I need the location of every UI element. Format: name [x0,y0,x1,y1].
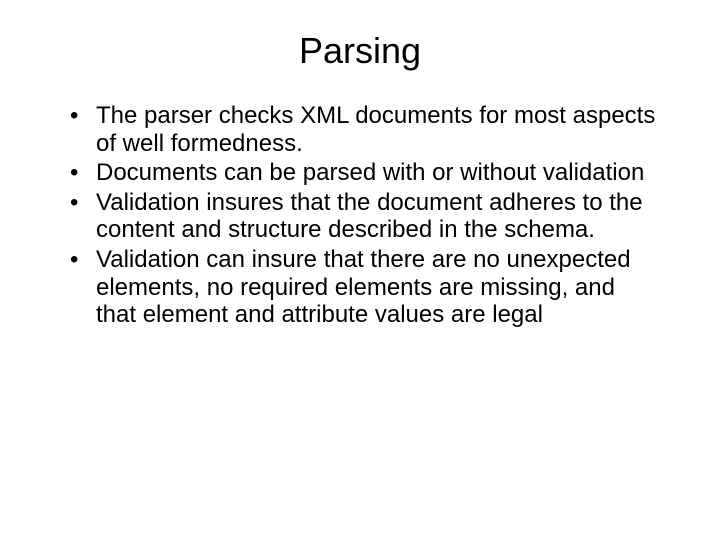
bullet-list: The parser checks XML documents for most… [70,102,660,329]
slide-title: Parsing [40,30,680,72]
list-item: Validation insures that the document adh… [70,189,660,244]
list-item: The parser checks XML documents for most… [70,102,660,157]
list-item: Documents can be parsed with or without … [70,159,660,187]
slide: Parsing The parser checks XML documents … [0,0,720,540]
list-item: Validation can insure that there are no … [70,246,660,329]
